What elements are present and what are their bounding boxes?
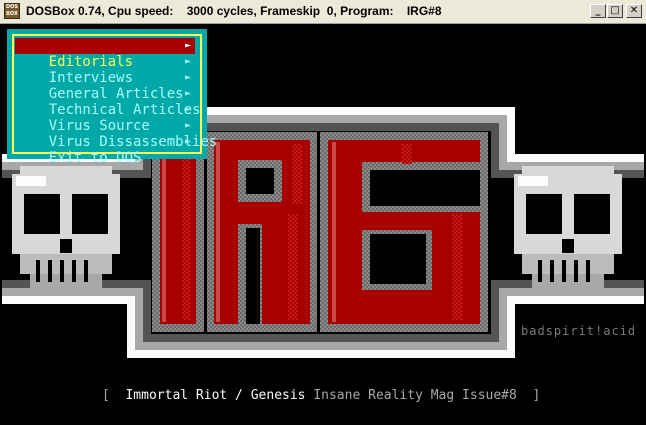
menu-item-editorials[interactable]: Editorials ► bbox=[15, 38, 195, 70]
logo-letter-r bbox=[207, 132, 317, 332]
minimize-button[interactable]: _ bbox=[590, 4, 606, 18]
right-skull-art bbox=[514, 166, 622, 288]
logo-letter-i bbox=[152, 132, 204, 332]
maximize-button[interactable]: □ bbox=[607, 4, 623, 18]
window-title: DOSBox 0.74, Cpu speed: 3000 cycles, Fra… bbox=[26, 4, 442, 18]
triangle-right-icon: ► bbox=[184, 120, 191, 131]
footer-bracket-close: ] bbox=[532, 388, 541, 403]
footer-bracket-open: [ bbox=[102, 388, 110, 403]
triangle-right-icon: ► bbox=[184, 88, 191, 99]
menu-item-technical-articles[interactable]: Technical Articles ► bbox=[15, 86, 201, 118]
triangle-right-icon: ► bbox=[184, 72, 191, 83]
menu-item-interviews[interactable]: Interviews ► bbox=[15, 54, 195, 86]
triangle-right-icon: ► bbox=[184, 136, 191, 147]
menu-item-virus-source[interactable]: Virus Source ► bbox=[15, 102, 195, 134]
close-button[interactable]: ✕ bbox=[626, 4, 642, 18]
logo-letter-g bbox=[320, 132, 488, 332]
dos-screen[interactable]: Editorials ► Interviews ► General Articl… bbox=[2, 24, 644, 423]
footer-group: Immortal Riot / Genesis bbox=[125, 388, 306, 403]
triangle-right-icon: ► bbox=[184, 104, 191, 115]
menu-item-virus-dissassemblies[interactable]: Virus Dissassemblies ► bbox=[15, 118, 218, 150]
footer-banner: [ Immortal Riot / Genesis Insane Reality… bbox=[102, 388, 552, 403]
art-credit: badspirit!acid bbox=[521, 324, 637, 338]
triangle-right-icon: ► bbox=[184, 56, 191, 67]
dosbox-app-icon[interactable]: DOS BOX bbox=[4, 3, 20, 19]
menu-item-label: Exit to DOS bbox=[48, 150, 142, 166]
menu-item-exit-to-dos[interactable]: Exit to DOS ► bbox=[15, 134, 195, 166]
triangle-right-icon: ► bbox=[184, 40, 191, 51]
menu-item-general-articles[interactable]: General Articles ► bbox=[15, 70, 195, 102]
window-titlebar[interactable]: DOS BOX DOSBox 0.74, Cpu speed: 3000 cyc… bbox=[0, 0, 646, 24]
footer-mag: Insane Reality Mag Issue#8 bbox=[313, 388, 517, 403]
